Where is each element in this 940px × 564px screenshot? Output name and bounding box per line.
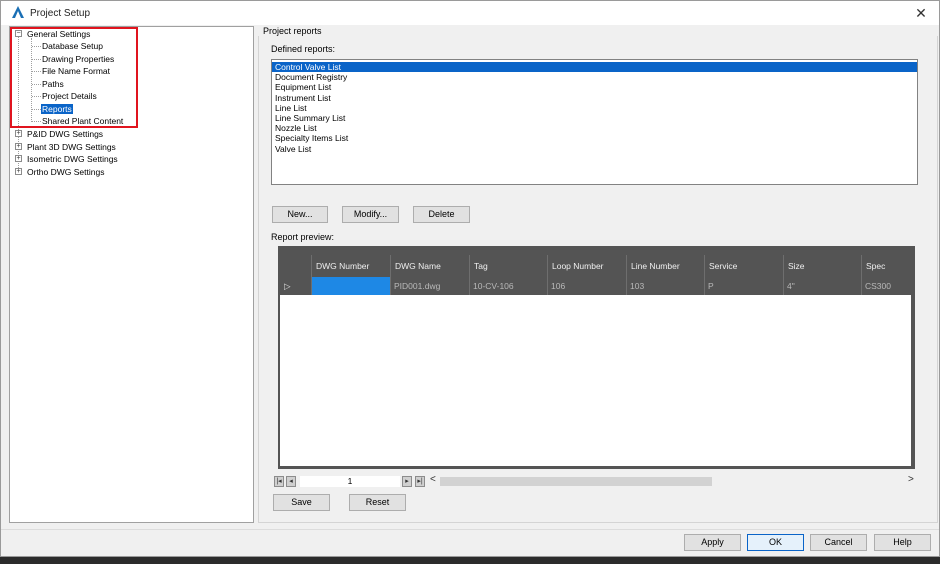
column-header[interactable]: Line Number [627,255,705,277]
close-icon[interactable]: ✕ [913,5,929,21]
grid-header-row: DWG Number DWG Name Tag Loop Number Line… [280,255,911,277]
list-item[interactable]: Nozzle List [272,123,917,133]
tree-item-label: Isometric DWG Settings [27,154,118,164]
table-row[interactable]: ▷ PID001.dwg 10-CV-106 106 103 P 4" CS30… [280,277,911,295]
expand-toggle-icon[interactable]: + [15,143,22,150]
cancel-button[interactable]: Cancel [810,534,867,551]
apply-button[interactable]: Apply [684,534,741,551]
expand-toggle-icon[interactable]: + [15,168,22,175]
first-page-icon[interactable]: |◂ [274,476,284,487]
project-setup-dialog: Project Setup ✕ − General Settings Datab… [0,0,940,557]
pager-bar: |◂ ◂ 1 ▸ ▸| < > [272,474,917,488]
column-header[interactable]: Loop Number [548,255,627,277]
grid-body: DWG Number DWG Name Tag Loop Number Line… [280,255,911,466]
delete-report-button[interactable]: Delete [413,206,470,223]
footer-divider [1,529,939,530]
tree-item-label: P&ID DWG Settings [27,129,104,139]
list-item[interactable]: Equipment List [272,82,917,92]
tree-item-label: Plant 3D DWG Settings [27,142,116,152]
highlight-annotation-box [10,27,138,128]
help-button[interactable]: Help [874,534,931,551]
save-button[interactable]: Save [273,494,330,511]
table-cell[interactable]: PID001.dwg [391,277,470,295]
report-preview-grid[interactable]: DWG Number DWG Name Tag Loop Number Line… [278,246,915,469]
table-cell[interactable]: 4" [784,277,862,295]
defined-reports-label: Defined reports: [271,44,336,54]
column-header[interactable]: Service [705,255,784,277]
expand-toggle-icon[interactable]: + [15,155,22,162]
autocad-logo-icon [12,6,24,18]
title-bar[interactable]: Project Setup ✕ [1,1,939,25]
expand-toggle-icon[interactable]: + [15,130,22,137]
table-cell[interactable]: P [705,277,784,295]
row-indicator-icon: ▷ [280,277,312,295]
scroll-left-icon[interactable]: < [430,474,436,485]
column-header[interactable]: DWG Name [391,255,470,277]
window-title: Project Setup [30,8,91,19]
list-item[interactable]: Instrument List [272,93,917,103]
column-header[interactable]: Tag [470,255,548,277]
list-item[interactable]: Valve List [272,144,917,154]
column-header[interactable]: Spec [862,255,911,277]
next-page-icon[interactable]: ▸ [402,476,412,487]
scroll-right-icon[interactable]: > [908,474,914,485]
prev-page-icon[interactable]: ◂ [286,476,296,487]
group-title: Project reports [263,26,322,36]
last-page-icon[interactable]: ▸| [415,476,425,487]
list-item[interactable]: Line List [272,103,917,113]
list-item[interactable]: Line Summary List [272,113,917,123]
tree-item-label: Ortho DWG Settings [27,167,105,177]
horizontal-scrollbar[interactable] [440,477,712,486]
column-header[interactable]: Size [784,255,862,277]
table-cell[interactable]: CS300 [862,277,911,295]
tree-item-plant3d-dwg-settings[interactable]: Plant 3D DWG Settings [26,141,117,153]
table-cell[interactable]: 10-CV-106 [470,277,548,295]
tree-item-pid-dwg-settings[interactable]: P&ID DWG Settings [26,128,104,140]
column-header[interactable]: DWG Number [312,255,391,277]
list-item[interactable]: Control Valve List [272,62,917,73]
list-item[interactable]: Document Registry [272,72,917,82]
tree-item-isometric-dwg-settings[interactable]: Isometric DWG Settings [26,153,119,165]
page-number-field[interactable]: 1 [300,476,400,487]
tree-item-ortho-dwg-settings[interactable]: Ortho DWG Settings [26,166,105,178]
defined-reports-list[interactable]: Control Valve List Document Registry Equ… [271,59,918,185]
row-header-corner [280,255,312,277]
reset-button[interactable]: Reset [349,494,406,511]
report-preview-label: Report preview: [271,232,335,242]
table-cell[interactable]: 106 [548,277,627,295]
modify-report-button[interactable]: Modify... [342,206,399,223]
list-item[interactable]: Specialty Items List [272,133,917,143]
ok-button[interactable]: OK [747,534,804,551]
table-cell[interactable] [312,277,391,295]
new-report-button[interactable]: New... [272,206,328,223]
table-cell[interactable]: 103 [627,277,705,295]
